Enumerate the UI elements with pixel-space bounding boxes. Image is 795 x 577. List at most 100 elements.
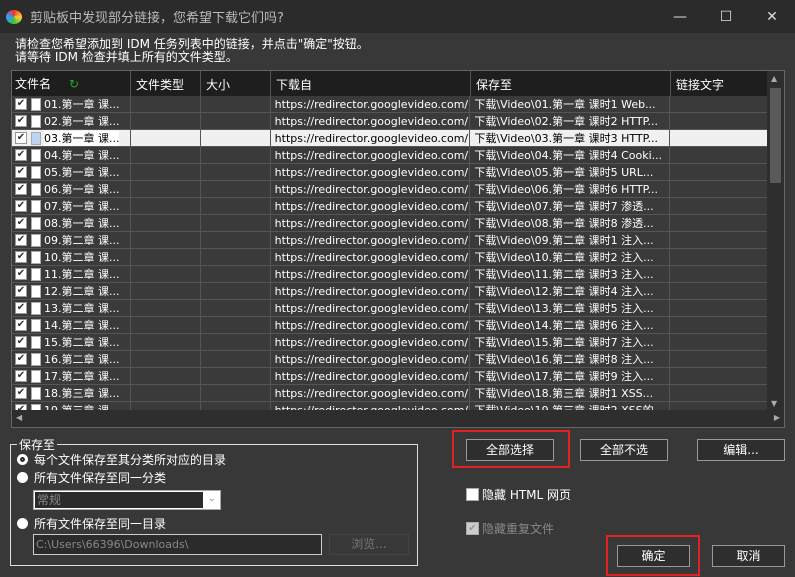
table-row[interactable]: ✔ 09.第二章 课... https://redirector.googlevid… <box>12 232 768 249</box>
link-text-cell <box>670 215 768 231</box>
browse-button[interactable]: 浏览... <box>329 534 409 555</box>
link-text-cell <box>670 130 768 146</box>
category-select[interactable]: 常规 ⌄ <box>33 490 221 510</box>
type-cell <box>131 181 201 197</box>
select-none-button[interactable]: 全部不选 <box>580 439 668 461</box>
hide-duplicates-checkbox: ✔ 隐藏重复文件 <box>466 520 554 537</box>
filename-cell: ✔ 16.第二章 课... <box>12 351 131 367</box>
save-to-cell: 下载\Video\11.第二章 课时3 注入... <box>470 266 671 282</box>
close-button[interactable]: ✕ <box>749 0 795 33</box>
from-cell: https://redirector.googlevideo.com/... <box>271 215 471 231</box>
row-checkbox[interactable]: ✔ <box>15 132 27 144</box>
table-row[interactable]: ✔ 03.第一章 课... https://redirector.googlevid… <box>12 130 768 147</box>
links-table: 文件名 ↻ 文件类型 大小 下载自 保存至 链接文字 ✔ 01.第一章 课... ht… <box>11 70 785 428</box>
size-cell <box>201 300 271 316</box>
row-checkbox[interactable]: ✔ <box>15 353 27 365</box>
table-row[interactable]: ✔ 08.第一章 课... https://redirector.googlevid… <box>12 215 768 232</box>
column-header-save-to[interactable]: 保存至 <box>471 71 671 96</box>
hide-html-checkbox[interactable]: 隐藏 HTML 网页 <box>466 486 571 503</box>
row-checkbox[interactable]: ✔ <box>15 166 27 178</box>
table-row[interactable]: ✔ 07.第一章 课... https://redirector.googlevid… <box>12 198 768 215</box>
row-checkbox[interactable]: ✔ <box>15 319 27 331</box>
from-cell: https://redirector.googlevideo.com/... <box>271 317 471 333</box>
row-checkbox[interactable]: ✔ <box>15 387 27 399</box>
filename-cell: ✔ 18.第三章 课... <box>12 385 131 401</box>
maximize-button[interactable]: ☐ <box>703 0 749 33</box>
save-to-cell: 下载\Video\04.第一章 课时4 Cooki... <box>470 147 671 163</box>
link-text-cell <box>670 317 768 333</box>
link-text-cell <box>670 198 768 214</box>
instructions: 请检查您希望添加到 IDM 任务列表中的链接，并点击"确定"按钮。 请等待 ID… <box>15 38 369 64</box>
table-row[interactable]: ✔ 12.第二章 课... https://redirector.googlevid… <box>12 283 768 300</box>
row-checkbox[interactable]: ✔ <box>15 302 27 314</box>
link-text-cell <box>670 232 768 248</box>
filename-cell: ✔ 17.第二章 课... <box>12 368 131 384</box>
row-checkbox[interactable]: ✔ <box>15 183 27 195</box>
column-header-link-text[interactable]: 链接文字 <box>671 71 769 96</box>
file-icon <box>31 352 41 366</box>
row-checkbox[interactable]: ✔ <box>15 217 27 229</box>
radio-same-directory[interactable]: 所有文件保存至同一目录 <box>17 515 166 532</box>
row-checkbox[interactable]: ✔ <box>15 285 27 297</box>
filename: 10.第二章 课... <box>44 250 120 264</box>
column-header-filename[interactable]: 文件名 ↻ <box>12 71 131 96</box>
table-row[interactable]: ✔ 17.第二章 课... https://redirector.googlevid… <box>12 368 768 385</box>
type-cell <box>131 147 201 163</box>
type-cell <box>131 249 201 265</box>
type-cell <box>131 283 201 299</box>
row-checkbox[interactable]: ✔ <box>15 268 27 280</box>
table-row[interactable]: ✔ 06.第一章 课... https://redirector.googlevid… <box>12 181 768 198</box>
table-row[interactable]: ✔ 15.第二章 课... https://redirector.googlevid… <box>12 334 768 351</box>
row-checkbox[interactable]: ✔ <box>15 251 27 263</box>
table-row[interactable]: ✔ 11.第二章 课... https://redirector.googlevid… <box>12 266 768 283</box>
link-text-cell <box>670 351 768 367</box>
cancel-button[interactable]: 取消 <box>712 545 785 567</box>
file-icon <box>31 369 41 383</box>
size-cell <box>201 130 271 146</box>
row-checkbox[interactable]: ✔ <box>15 200 27 212</box>
row-checkbox[interactable]: ✔ <box>15 98 27 110</box>
table-row[interactable]: ✔ 04.第一章 课... https://redirector.googlevid… <box>12 147 768 164</box>
file-icon <box>31 284 41 298</box>
vertical-scrollbar[interactable]: ▲ ▼ <box>767 71 784 411</box>
save-to-cell: 下载\Video\16.第二章 课时8 注入... <box>470 351 671 367</box>
type-cell <box>131 232 201 248</box>
save-to-cell: 下载\Video\10.第二章 课时2 注入... <box>470 249 671 265</box>
table-row[interactable]: ✔ 14.第二章 课... https://redirector.googlevid… <box>12 317 768 334</box>
table-row[interactable]: ✔ 02.第一章 课... https://redirector.googlevid… <box>12 113 768 130</box>
row-checkbox[interactable]: ✔ <box>15 370 27 382</box>
scrollbar-thumb[interactable] <box>770 88 781 183</box>
row-checkbox[interactable]: ✔ <box>15 149 27 161</box>
radio-selected-icon <box>17 454 28 465</box>
row-checkbox[interactable]: ✔ <box>15 234 27 246</box>
column-header-size[interactable]: 大小 <box>201 71 271 96</box>
size-cell <box>201 164 271 180</box>
size-cell <box>201 266 271 282</box>
row-checkbox[interactable]: ✔ <box>15 336 27 348</box>
table-row[interactable]: ✔ 16.第二章 课... https://redirector.googlevid… <box>12 351 768 368</box>
from-cell: https://redirector.googlevideo.com/... <box>271 181 471 197</box>
size-cell <box>201 351 271 367</box>
radio-same-category[interactable]: 所有文件保存至同一分类 <box>17 469 166 486</box>
radio-save-by-category[interactable]: 每个文件保存至其分类所对应的目录 <box>17 451 226 468</box>
highlight-box <box>452 430 570 468</box>
save-to-cell: 下载\Video\12.第二章 课时4 注入... <box>470 283 671 299</box>
table-row[interactable]: ✔ 13.第二章 课... https://redirector.googlevid… <box>12 300 768 317</box>
directory-path-input[interactable]: C:\Users\66396\Downloads\ <box>33 534 322 555</box>
column-header-type[interactable]: 文件类型 <box>131 71 201 96</box>
horizontal-scrollbar[interactable]: ◀ ▶ <box>12 410 784 427</box>
table-row[interactable]: ✔ 05.第一章 课... https://redirector.googlevid… <box>12 164 768 181</box>
from-cell: https://redirector.googlevideo.com/... <box>271 96 471 112</box>
minimize-button[interactable]: — <box>657 0 703 33</box>
filename: 13.第二章 课... <box>44 301 120 315</box>
table-row[interactable]: ✔ 01.第一章 课... https://redirector.googlevid… <box>12 96 768 113</box>
column-header-from[interactable]: 下载自 <box>271 71 471 96</box>
row-checkbox[interactable]: ✔ <box>15 115 27 127</box>
save-to-cell: 下载\Video\14.第二章 课时6 注入... <box>470 317 671 333</box>
table-row[interactable]: ✔ 18.第三章 课... https://redirector.googlevid… <box>12 385 768 402</box>
size-cell <box>201 198 271 214</box>
table-row[interactable]: ✔ 10.第二章 课... https://redirector.googlevid… <box>12 249 768 266</box>
filename-cell: ✔ 13.第二章 课... <box>12 300 131 316</box>
edit-button[interactable]: 编辑... <box>697 439 785 461</box>
save-to-cell: 下载\Video\03.第一章 课时3 HTTP... <box>470 130 671 146</box>
